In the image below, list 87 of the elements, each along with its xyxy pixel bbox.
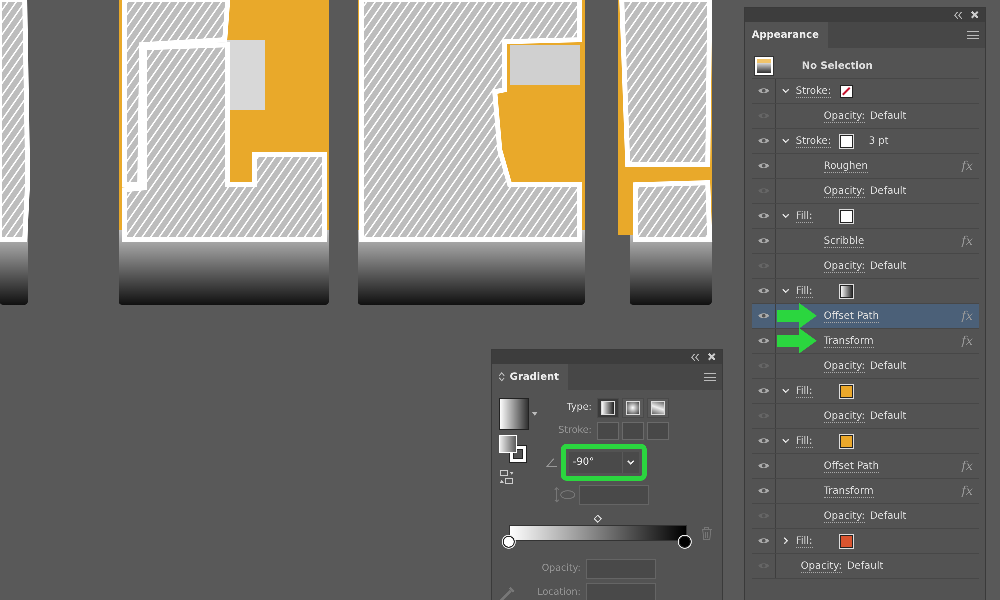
swap-icon[interactable] (499, 470, 515, 486)
gradient-slider[interactable] (509, 525, 687, 541)
visibility-eye-icon[interactable] (758, 312, 770, 320)
chevron-down-icon[interactable] (782, 387, 790, 395)
visibility-eye-icon[interactable] (758, 337, 770, 345)
visibility-eye-icon[interactable] (758, 212, 770, 220)
freeform-gradient-button[interactable] (647, 398, 669, 418)
visibility-eye-icon[interactable] (758, 537, 770, 545)
object-thumbnail-icon (754, 56, 774, 76)
chevron-down-icon[interactable] (782, 212, 790, 220)
opacity-link[interactable]: Opacity: (824, 510, 866, 522)
fill-link[interactable]: Fill: (796, 386, 813, 398)
angle-field[interactable]: -90° (569, 452, 639, 473)
visibility-eye-icon[interactable] (758, 87, 770, 95)
linear-gradient-button[interactable] (597, 398, 619, 418)
visibility-eye-icon[interactable] (758, 287, 770, 295)
opacity-link[interactable]: Opacity: (824, 110, 866, 122)
close-icon[interactable] (971, 11, 979, 19)
aspect-ratio-field[interactable] (579, 485, 649, 505)
gradient-swatch[interactable] (840, 284, 853, 298)
chevron-down-icon[interactable] (627, 460, 635, 465)
opacity-field[interactable] (586, 559, 656, 579)
effect-link[interactable]: Scribble (824, 236, 864, 248)
chevron-down-icon[interactable] (782, 437, 790, 445)
close-icon[interactable] (708, 353, 716, 361)
fill-stroke-icon[interactable] (499, 435, 529, 465)
opacity-value: Default (870, 410, 907, 422)
chevron-down-icon[interactable] (782, 137, 790, 145)
tab-title: Gradient (510, 372, 560, 382)
opacity-value: Default (870, 186, 907, 196)
stroke-link[interactable]: Stroke: (796, 86, 832, 98)
chevron-down-icon[interactable] (782, 87, 790, 95)
collapse-icon[interactable] (954, 12, 963, 18)
color-swatch[interactable] (840, 534, 853, 548)
appearance-tab[interactable]: Appearance (745, 22, 828, 48)
effect-link[interactable]: Offset Path (824, 310, 880, 322)
opacity-value: Default (870, 110, 907, 122)
location-field[interactable] (586, 583, 656, 600)
midpoint-handle[interactable] (594, 515, 602, 523)
opacity-link[interactable]: Opacity: (824, 186, 866, 198)
fill-link[interactable]: Fill: (796, 286, 813, 298)
color-swatch[interactable] (840, 384, 853, 398)
color-stop[interactable] (679, 536, 691, 548)
dropdown-caret-icon[interactable] (532, 412, 538, 416)
visibility-eye-icon[interactable] (758, 487, 770, 495)
color-stop[interactable] (503, 536, 515, 548)
gradient-swatch[interactable] (499, 398, 529, 430)
angle-icon (546, 458, 558, 468)
visibility-eye-icon[interactable] (758, 162, 770, 170)
stroke-link[interactable]: Stroke: (796, 136, 832, 148)
opacity-link[interactable]: Opacity: (824, 410, 866, 422)
color-swatch[interactable] (840, 210, 853, 222)
effect-link[interactable]: Roughen (824, 160, 868, 172)
opacity-value: Default (870, 510, 907, 522)
opacity-link[interactable]: Opacity: (801, 560, 842, 572)
chevron-down-icon[interactable] (782, 287, 790, 295)
opacity-value: Default (870, 260, 907, 272)
visibility-eye-icon[interactable] (758, 387, 770, 395)
location-label: Location: (536, 587, 581, 599)
visibility-eye-icon[interactable] (758, 437, 770, 445)
type-label: Type: (566, 402, 592, 414)
opacity-link[interactable]: Opacity: (824, 360, 866, 372)
effect-link[interactable]: Transform (824, 486, 874, 498)
color-swatch[interactable] (840, 434, 853, 448)
opacity-value: Default (847, 560, 884, 572)
fill-link[interactable]: Fill: (796, 210, 813, 222)
selection-label: No Selection (802, 60, 874, 72)
visibility-eye-icon[interactable] (758, 237, 770, 245)
stroke-weight: 3 pt (869, 136, 889, 146)
fill-link[interactable]: Fill: (796, 436, 813, 448)
color-swatch[interactable] (840, 134, 853, 148)
fill-link[interactable]: Fill: (796, 536, 813, 548)
visibility-eye-icon[interactable] (758, 462, 770, 470)
opacity-link[interactable]: Opacity: (824, 260, 866, 272)
radial-gradient-button[interactable] (622, 398, 644, 418)
aspect-ratio-icon (554, 487, 576, 503)
opacity-value: Default (870, 360, 907, 372)
effect-link[interactable]: Transform (824, 336, 874, 348)
collapse-icon[interactable] (691, 354, 700, 360)
opacity-label: Opacity: (540, 563, 581, 575)
chevron-right-icon[interactable] (782, 537, 790, 545)
no-color-swatch[interactable] (840, 84, 853, 98)
effect-link[interactable]: Offset Path (824, 460, 880, 472)
gradient-tab[interactable]: Gradient (492, 364, 568, 390)
sort-icon (499, 372, 505, 382)
stroke-label: Stroke: (558, 425, 592, 437)
visibility-eye-icon[interactable] (758, 137, 770, 145)
